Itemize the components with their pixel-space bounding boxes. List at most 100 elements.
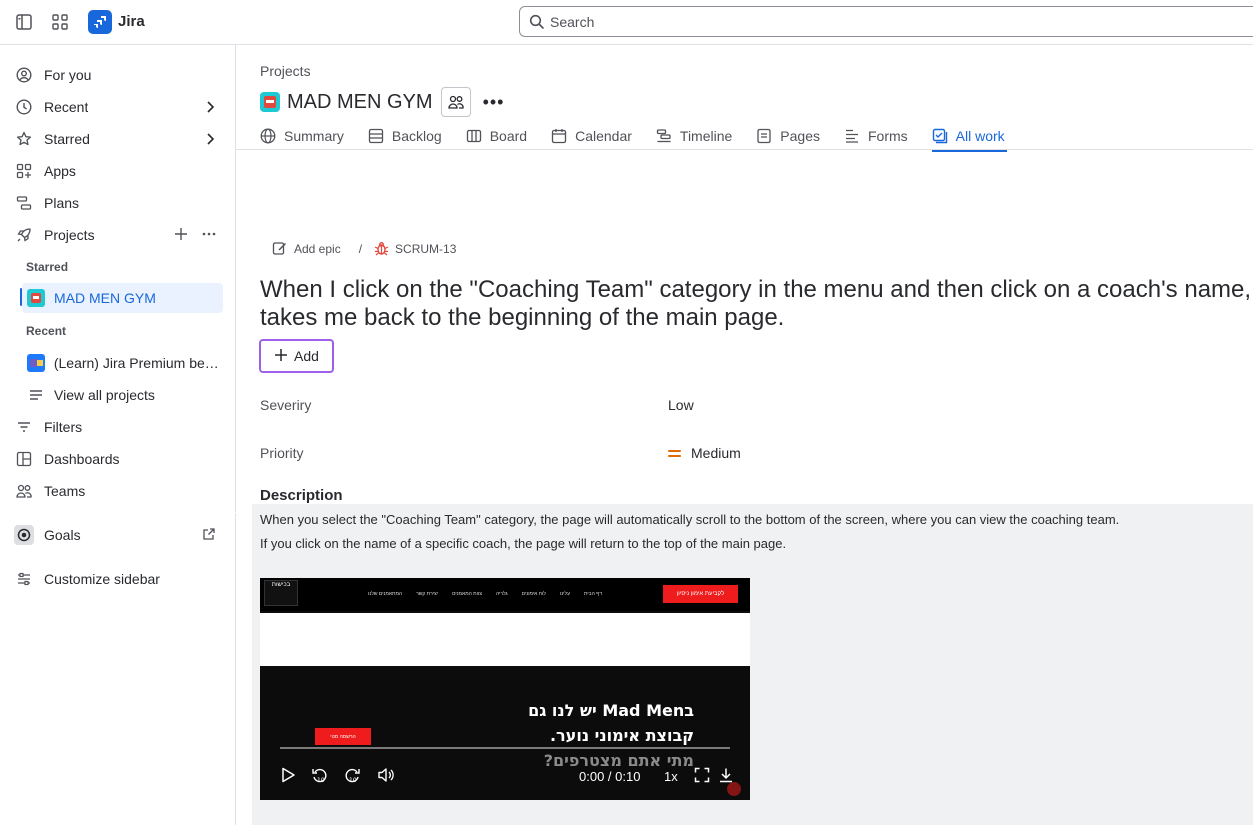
video-hero-line: בMad Men יש לנו גם [528,701,694,720]
project-avatar-icon [24,354,48,372]
bug-icon [374,241,389,256]
dashboard-icon [12,451,36,467]
chevron-right-icon[interactable] [204,132,216,149]
board-icon [466,128,482,144]
app-name[interactable]: Jira [118,13,145,30]
more-actions-button[interactable]: ••• [483,92,505,113]
page-title: MAD MEN GYM [287,90,433,113]
video-hero-text: בMad Men יש לנו גם קבוצת אימוני נוער. מת… [528,698,694,773]
tab-backlog[interactable]: Backlog [368,123,442,149]
rocket-icon [12,227,36,243]
sidebar-item-label: Plans [44,195,80,211]
tab-label: All work [955,128,1005,144]
clock-icon [12,99,36,115]
sidebar-item-label: Teams [44,483,86,499]
sidebar-item-for-you[interactable]: For you [8,60,226,90]
sidebar-item-teams[interactable]: Teams [8,476,226,506]
tab-label: Timeline [679,128,733,144]
svg-text:10: 10 [349,777,357,784]
add-project-icon[interactable] [174,227,188,244]
description-text: When you select the "Coaching Team" cate… [260,512,1120,527]
sidebar-item-dashboards[interactable]: Dashboards [8,444,226,474]
sidebar-item-label: (Learn) Jira Premium ben... [53,355,223,371]
app-switcher-icon[interactable] [50,12,70,32]
video-attachment[interactable]: בכישות המתאמנים שלנו יצירת קשר צוות המאמ… [260,578,750,800]
sidebar-item-customize[interactable]: Customize sidebar [8,564,226,594]
jira-logo-icon[interactable] [88,10,112,34]
video-white-band [260,613,750,666]
add-button[interactable]: Add [259,339,334,373]
sidebar-item-filters[interactable]: Filters [8,412,226,442]
people-icon [447,95,464,109]
forms-icon [844,128,860,144]
priority-label: Priority [260,445,304,461]
filter-icon [12,419,36,435]
tab-pages[interactable]: Pages [756,123,820,149]
customize-icon [12,571,36,587]
sidebar-item-projects[interactable]: Projects [8,220,226,250]
priority-value-text: Medium [691,445,741,461]
sidebar-item-label: Starred [44,131,90,147]
tab-all-work[interactable]: All work [931,123,1007,152]
description-field[interactable]: When you select the "Coaching Team" cate… [252,504,1253,825]
edit-icon [272,241,287,256]
project-avatar-icon [24,289,48,307]
search-bar[interactable] [519,6,1253,37]
video-hero-line: קבוצת אימוני נוער. [549,726,694,745]
sidebar-item-learn-jira[interactable]: (Learn) Jira Premium ben... [22,348,223,378]
sidebar-item-label: Filters [44,419,83,435]
download-icon[interactable] [718,767,734,783]
tab-calendar[interactable]: Calendar [551,123,632,149]
calendar-icon [551,128,567,144]
sidebar-item-starred[interactable]: Starred [8,124,226,154]
video-menu-item: המתאמנים שלנו [368,591,403,597]
tab-forms[interactable]: Forms [844,123,908,149]
tab-board[interactable]: Board [466,123,527,149]
description-text: If you click on the name of a specific c… [260,536,787,551]
tab-summary[interactable]: Summary [260,123,344,149]
priority-value[interactable]: Medium [668,445,741,461]
chevron-right-icon[interactable] [204,100,216,117]
sidebar-item-apps[interactable]: Apps [8,156,226,186]
svg-text:10: 10 [317,777,325,784]
sidebar-item-goals[interactable]: Goals [8,520,226,550]
project-header: MAD MEN GYM ••• [260,86,504,118]
sidebar-item-mad-men-gym[interactable]: MAD MEN GYM [22,283,223,313]
sidebar-item-label: For you [44,67,92,83]
issue-key-link[interactable]: SCRUM-13 [374,241,456,256]
star-icon [12,131,36,147]
fullscreen-icon[interactable] [694,767,710,783]
sidebar-item-view-all-projects[interactable]: View all projects [22,380,223,410]
breadcrumb[interactable]: Projects [260,63,311,79]
search-input[interactable] [550,12,1150,32]
issue-title[interactable]: When I click on the "Coaching Team" cate… [260,276,1253,332]
play-icon[interactable] [280,767,296,783]
rewind-10-icon[interactable]: 10 [311,767,329,785]
issue-title-line: takes me back to the beginning of the ma… [260,304,785,331]
video-progress-bar[interactable] [280,747,730,749]
goals-icon [12,525,36,545]
people-button[interactable] [440,87,471,117]
sidebar-toggle-icon[interactable] [14,12,34,32]
tab-label: Forms [868,128,908,144]
video-site-nav: בכישות המתאמנים שלנו יצירת קשר צוות המאמ… [260,578,750,611]
description-heading: Description [260,487,343,504]
tab-label: Calendar [575,128,632,144]
sidebar-item-recent[interactable]: Recent [8,92,226,122]
more-options-icon[interactable] [202,227,216,244]
forward-10-icon[interactable]: 10 [343,767,361,785]
tab-timeline[interactable]: Timeline [656,123,732,149]
sidebar-item-label: Apps [44,163,76,179]
volume-icon[interactable] [377,767,395,783]
sidebar-item-label: Goals [44,527,81,543]
add-epic-button[interactable]: Add epic [272,241,341,256]
sidebar-item-plans[interactable]: Plans [8,188,226,218]
video-site-cta: לקביעת אימון ניסיון [663,585,738,603]
external-link-icon[interactable] [202,527,216,544]
tab-label: Backlog [391,128,442,144]
video-site-menu: המתאמנים שלנו יצירת קשר צוות המאמנים גלר… [368,591,602,597]
playback-speed[interactable]: 1x [664,769,678,784]
priority-medium-icon [668,449,681,457]
severity-value[interactable]: Low [668,397,694,413]
breadcrumb-separator: / [358,241,363,256]
